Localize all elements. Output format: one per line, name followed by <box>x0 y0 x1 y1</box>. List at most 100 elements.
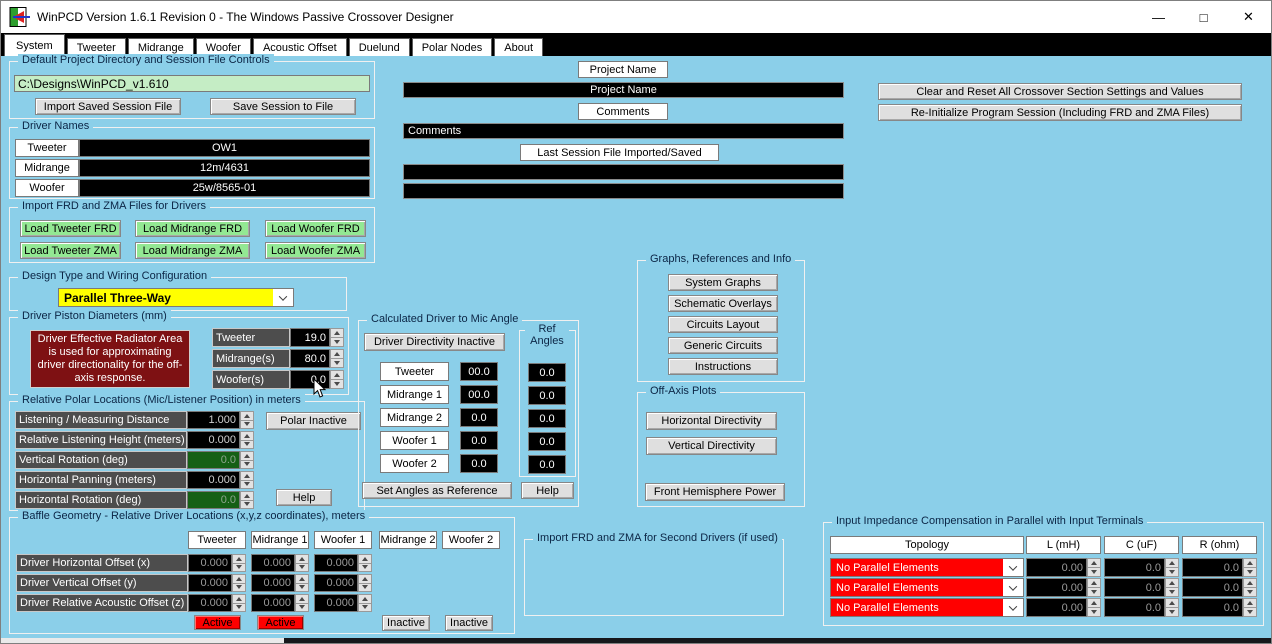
front-hemisphere-power-button[interactable]: Front Hemisphere Power <box>645 483 785 501</box>
offset-z-tweeter-field[interactable]: 0.000 <box>188 594 232 612</box>
tab-polar-nodes[interactable]: Polar Nodes <box>412 38 493 56</box>
tab-about[interactable]: About <box>494 38 543 56</box>
l-value-field-1[interactable]: 0.00 <box>1026 558 1087 577</box>
tweeter-ref-angle-field[interactable]: 0.0 <box>528 363 566 382</box>
offset-x-midrange1-field[interactable]: 0.000 <box>251 554 295 572</box>
offset-y-tweeter-field[interactable]: 0.000 <box>188 574 232 592</box>
l-value-field-3[interactable]: 0.00 <box>1026 598 1087 617</box>
import-session-button[interactable]: Import Saved Session File <box>35 98 181 115</box>
project-directory-input[interactable]: C:\Designs\WinPCD_v1.610 <box>14 75 370 92</box>
tab-system[interactable]: System <box>4 34 65 56</box>
woofer-diameter-stepper[interactable] <box>330 370 344 389</box>
set-angles-reference-button[interactable]: Set Angles as Reference <box>362 482 512 499</box>
c-value-field-3[interactable]: 0.0 <box>1104 598 1165 617</box>
midrange1-angle-field[interactable]: 00.0 <box>460 385 498 404</box>
r-value-field-1[interactable]: 0.0 <box>1182 558 1243 577</box>
load-tweeter-zma-button[interactable]: Load Tweeter ZMA <box>20 242 121 259</box>
design-type-dropdown[interactable]: Parallel Three-Way <box>58 288 294 307</box>
tab-duelund[interactable]: Duelund <box>349 38 410 56</box>
midrange-diameter-field[interactable]: 80.0 <box>290 349 330 368</box>
driver-directivity-button[interactable]: Driver Directivity Inactive <box>364 333 505 351</box>
topology-dropdown-3[interactable]: No Parallel Elements <box>830 598 1024 617</box>
l-stepper-3[interactable] <box>1087 598 1101 617</box>
midrange2-angle-field[interactable]: 0.0 <box>460 408 498 427</box>
offset-x-tweeter-field[interactable]: 0.000 <box>188 554 232 572</box>
c-stepper-2[interactable] <box>1165 578 1179 597</box>
maximize-icon[interactable]: □ <box>1181 1 1226 33</box>
schematic-overlays-button[interactable]: Schematic Overlays <box>668 295 778 312</box>
horizontal-panning-stepper[interactable] <box>240 471 254 489</box>
reinitialize-button[interactable]: Re-Initialize Program Session (Including… <box>878 104 1242 121</box>
c-value-field-2[interactable]: 0.0 <box>1104 578 1165 597</box>
load-midrange-zma-button[interactable]: Load Midrange ZMA <box>135 242 250 259</box>
load-tweeter-frd-button[interactable]: Load Tweeter FRD <box>20 220 121 237</box>
vertical-directivity-button[interactable]: Vertical Directivity <box>646 437 777 455</box>
topology-dropdown-2[interactable]: No Parallel Elements <box>830 578 1024 597</box>
midrange2-inactive-button[interactable]: Inactive <box>382 615 430 631</box>
tweeter-angle-field[interactable]: 00.0 <box>460 362 498 381</box>
l-stepper-2[interactable] <box>1087 578 1101 597</box>
listening-height-stepper[interactable] <box>240 431 254 449</box>
offset-y-midrange1-stepper[interactable] <box>295 574 309 592</box>
woofer2-angle-field[interactable]: 0.0 <box>460 454 498 473</box>
save-session-button[interactable]: Save Session to File <box>210 98 356 115</box>
midrange-name-field[interactable]: 12m/4631 <box>79 159 370 177</box>
offset-z-woofer1-field[interactable]: 0.000 <box>314 594 358 612</box>
listening-distance-field[interactable]: 1.000 <box>187 411 240 429</box>
c-stepper-3[interactable] <box>1165 598 1179 617</box>
r-value-field-2[interactable]: 0.0 <box>1182 578 1243 597</box>
polar-help-button[interactable]: Help <box>276 489 332 506</box>
vertical-rotation-field[interactable]: 0.0 <box>187 451 240 469</box>
load-midrange-frd-button[interactable]: Load Midrange FRD <box>135 220 250 237</box>
offset-x-midrange1-stepper[interactable] <box>295 554 309 572</box>
l-value-field-2[interactable]: 0.00 <box>1026 578 1087 597</box>
listening-height-field[interactable]: 0.000 <box>187 431 240 449</box>
comments-input[interactable]: Comments <box>403 123 844 139</box>
polar-inactive-button[interactable]: Polar Inactive <box>266 412 361 430</box>
tweeter-name-field[interactable]: OW1 <box>79 139 370 157</box>
offset-y-tweeter-stepper[interactable] <box>232 574 246 592</box>
offset-y-midrange1-field[interactable]: 0.000 <box>251 574 295 592</box>
woofer2-ref-angle-field[interactable]: 0.0 <box>528 455 566 474</box>
woofer1-angle-field[interactable]: 0.0 <box>460 431 498 450</box>
close-icon[interactable]: ✕ <box>1226 1 1271 33</box>
offset-x-woofer1-field[interactable]: 0.000 <box>314 554 358 572</box>
generic-circuits-button[interactable]: Generic Circuits <box>668 337 778 354</box>
offset-y-woofer1-stepper[interactable] <box>358 574 372 592</box>
offset-z-midrange1-field[interactable]: 0.000 <box>251 594 295 612</box>
offset-z-midrange1-stepper[interactable] <box>295 594 309 612</box>
woofer-name-field[interactable]: 25w/8565-01 <box>79 179 370 197</box>
c-stepper-1[interactable] <box>1165 558 1179 577</box>
r-stepper-2[interactable] <box>1243 578 1257 597</box>
offset-z-tweeter-stepper[interactable] <box>232 594 246 612</box>
r-stepper-3[interactable] <box>1243 598 1257 617</box>
system-graphs-button[interactable]: System Graphs <box>668 274 778 291</box>
midrange1-ref-angle-field[interactable]: 0.0 <box>528 386 566 405</box>
midrange-diameter-stepper[interactable] <box>330 349 344 368</box>
horizontal-directivity-button[interactable]: Horizontal Directivity <box>646 412 777 430</box>
offset-y-woofer1-field[interactable]: 0.000 <box>314 574 358 592</box>
offset-x-woofer1-stepper[interactable] <box>358 554 372 572</box>
woofer1-ref-angle-field[interactable]: 0.0 <box>528 432 566 451</box>
midrange2-ref-angle-field[interactable]: 0.0 <box>528 409 566 428</box>
minimize-icon[interactable]: — <box>1136 1 1181 33</box>
mic-angle-help-button[interactable]: Help <box>521 482 574 499</box>
project-name-input[interactable]: Project Name <box>403 82 844 98</box>
clear-reset-button[interactable]: Clear and Reset All Crossover Section Se… <box>878 83 1242 100</box>
tweeter-diameter-stepper[interactable] <box>330 328 344 347</box>
horizontal-rotation-field[interactable]: 0.0 <box>187 491 240 509</box>
instructions-button[interactable]: Instructions <box>668 358 778 375</box>
offset-x-tweeter-stepper[interactable] <box>232 554 246 572</box>
vertical-rotation-stepper[interactable] <box>240 451 254 469</box>
load-woofer-frd-button[interactable]: Load Woofer FRD <box>265 220 366 237</box>
offset-z-woofer1-stepper[interactable] <box>358 594 372 612</box>
tweeter-active-button[interactable]: Active <box>194 615 241 630</box>
listening-distance-stepper[interactable] <box>240 411 254 429</box>
tweeter-diameter-field[interactable]: 19.0 <box>290 328 330 347</box>
horizontal-rotation-stepper[interactable] <box>240 491 254 509</box>
circuits-layout-button[interactable]: Circuits Layout <box>668 316 778 333</box>
l-stepper-1[interactable] <box>1087 558 1101 577</box>
load-woofer-zma-button[interactable]: Load Woofer ZMA <box>265 242 366 259</box>
r-stepper-1[interactable] <box>1243 558 1257 577</box>
r-value-field-3[interactable]: 0.0 <box>1182 598 1243 617</box>
